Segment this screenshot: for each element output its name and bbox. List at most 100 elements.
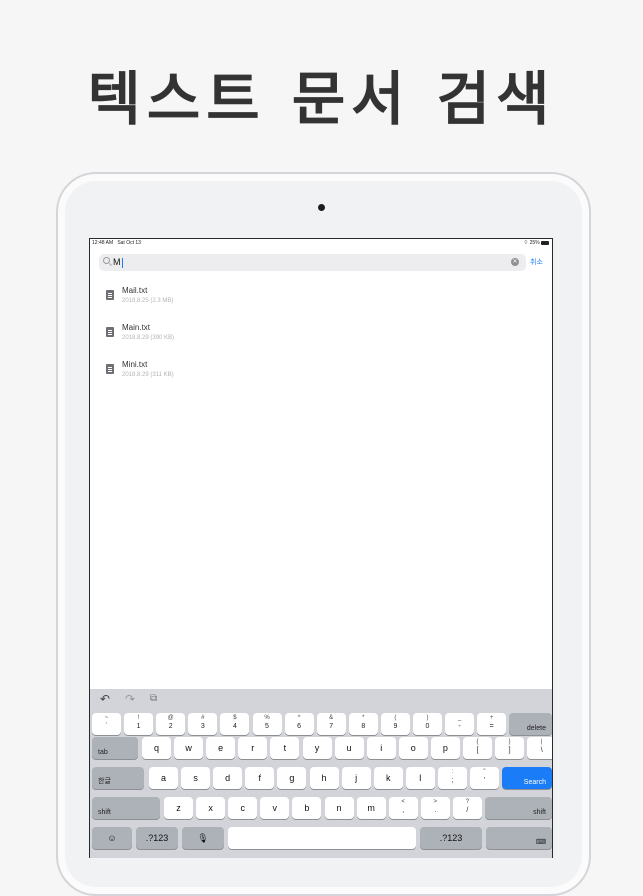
shift-key-label: shift: [533, 809, 546, 816]
key-letter[interactable]: j: [341, 767, 371, 789]
dictation-key[interactable]: 🎙: [182, 827, 224, 849]
key-upper-label: <: [401, 799, 405, 805]
document-icon: [106, 327, 114, 337]
key-letter[interactable]: f: [245, 767, 275, 789]
key-letter[interactable]: o: [398, 737, 428, 759]
space-key[interactable]: [228, 827, 416, 849]
search-bar[interactable]: M ✕: [99, 254, 526, 271]
key-number[interactable]: + =: [477, 713, 507, 735]
key-number[interactable]: _ -: [445, 713, 475, 735]
key-letter[interactable]: e: [206, 737, 236, 759]
key-upper-label: {: [476, 739, 479, 745]
key-label: l: [419, 773, 422, 783]
key-letter[interactable]: v: [260, 797, 290, 819]
key-letter[interactable]: k: [373, 767, 403, 789]
tab-key[interactable]: tab: [92, 737, 138, 759]
key-letter[interactable]: a: [149, 767, 178, 789]
numbers-key-right[interactable]: .?123: [420, 827, 482, 849]
key-upper-label: %: [264, 715, 270, 721]
key-label: i: [380, 743, 383, 753]
redo-icon[interactable]: ↷: [125, 692, 135, 706]
undo-icon[interactable]: ↶: [100, 692, 110, 706]
key-number[interactable]: $4: [220, 713, 250, 735]
shift-key-left[interactable]: shift: [92, 797, 160, 819]
file-item[interactable]: Main.txt 2018.8.29 (390 KB): [104, 323, 544, 357]
headline: 텍스트 문서 검색: [87, 65, 556, 133]
key-symbol[interactable]: ? /: [452, 797, 482, 819]
key-upper-label: #: [201, 715, 205, 721]
key-letter[interactable]: s: [181, 767, 211, 789]
paste-icon[interactable]: ⧉: [150, 693, 157, 704]
key-lower-label: `: [105, 723, 108, 730]
key-letter[interactable]: u: [334, 737, 364, 759]
key-number[interactable]: (9: [380, 713, 410, 735]
key-number[interactable]: ~ `: [92, 713, 121, 735]
key-letter[interactable]: z: [164, 797, 193, 819]
key-symbol[interactable]: }]: [495, 737, 525, 759]
key-symbol[interactable]: :;: [437, 767, 467, 789]
language-key[interactable]: 한글: [92, 767, 144, 789]
key-number[interactable]: ) 0: [413, 713, 442, 735]
key-number[interactable]: % 5: [252, 713, 282, 735]
key-symbol[interactable]: | \: [527, 737, 552, 759]
status-time: 12:48 AM Sat Oct 13: [92, 240, 141, 246]
key-number[interactable]: * 8: [348, 713, 378, 735]
key-letter[interactable]: t: [270, 737, 300, 759]
key-letter[interactable]: d: [213, 767, 243, 789]
numbers-key-label: .?123: [145, 833, 169, 843]
key-lower-label: 4: [232, 723, 237, 730]
emoji-key[interactable]: ☺: [92, 827, 132, 849]
key-label: q: [153, 743, 159, 753]
document-icon: [106, 290, 114, 300]
key-symbol[interactable]: {[: [463, 737, 492, 759]
key-label: a: [160, 773, 166, 783]
file-name: Main.txt: [122, 323, 151, 332]
key-letter[interactable]: x: [196, 797, 226, 819]
key-letter[interactable]: n: [324, 797, 354, 819]
key-label: c: [240, 803, 245, 813]
key-upper-label: ^: [297, 715, 301, 721]
key-symbol[interactable]: " ': [470, 767, 499, 789]
clear-icon[interactable]: ✕: [511, 258, 519, 266]
ipad-screen: 12:48 AM Sat Oct 13 ⌔ 25% M ✕ 취소 Mail.tx…: [89, 238, 553, 858]
file-item[interactable]: Mail.txt 2018.8.25 (2.3 MB): [104, 286, 544, 320]
shift-key-right[interactable]: shift: [485, 797, 552, 819]
key-number[interactable]: @2: [156, 713, 186, 735]
key-number[interactable]: ! 1: [124, 713, 154, 735]
key-letter[interactable]: m: [356, 797, 386, 819]
key-letter[interactable]: c: [228, 797, 258, 819]
key-number[interactable]: ^ 6: [284, 713, 314, 735]
search-key-label: Search: [523, 779, 546, 786]
key-letter[interactable]: h: [309, 767, 339, 789]
search-input[interactable]: M: [113, 257, 123, 268]
key-letter[interactable]: q: [142, 737, 171, 759]
tab-key-label: tab: [98, 749, 108, 756]
hide-keyboard-key[interactable]: ⌨: [486, 827, 552, 849]
key-lower-label: ;: [451, 777, 454, 784]
key-letter[interactable]: g: [277, 767, 307, 789]
key-letter[interactable]: l: [405, 767, 435, 789]
key-label: v: [272, 803, 278, 813]
key-letter[interactable]: w: [174, 737, 204, 759]
key-number[interactable]: #3: [188, 713, 218, 735]
key-letter[interactable]: i: [366, 737, 396, 759]
delete-key-label: delete: [526, 725, 546, 732]
key-letter[interactable]: r: [238, 737, 268, 759]
key-symbol[interactable]: <,: [388, 797, 418, 819]
cancel-button[interactable]: 취소: [530, 257, 543, 267]
file-meta: 2018.8.29 (311 KB): [122, 372, 174, 378]
numbers-key-left[interactable]: .?123: [136, 827, 178, 849]
delete-key[interactable]: delete: [509, 713, 552, 735]
keyboard-toolbar: ↶ ↷ ⧉: [90, 689, 552, 710]
search-key[interactable]: Search: [502, 767, 552, 789]
search-icon: [103, 257, 110, 264]
key-letter[interactable]: b: [292, 797, 322, 819]
key-lower-label: [: [476, 747, 479, 754]
battery-icon: [541, 240, 549, 245]
key-number[interactable]: & 7: [316, 713, 346, 735]
key-letter[interactable]: p: [430, 737, 460, 759]
key-letter[interactable]: y: [302, 737, 332, 759]
key-label: j: [355, 773, 358, 783]
file-item[interactable]: Mini.txt 2018.8.29 (311 KB): [104, 360, 544, 394]
key-symbol[interactable]: >.: [420, 797, 450, 819]
